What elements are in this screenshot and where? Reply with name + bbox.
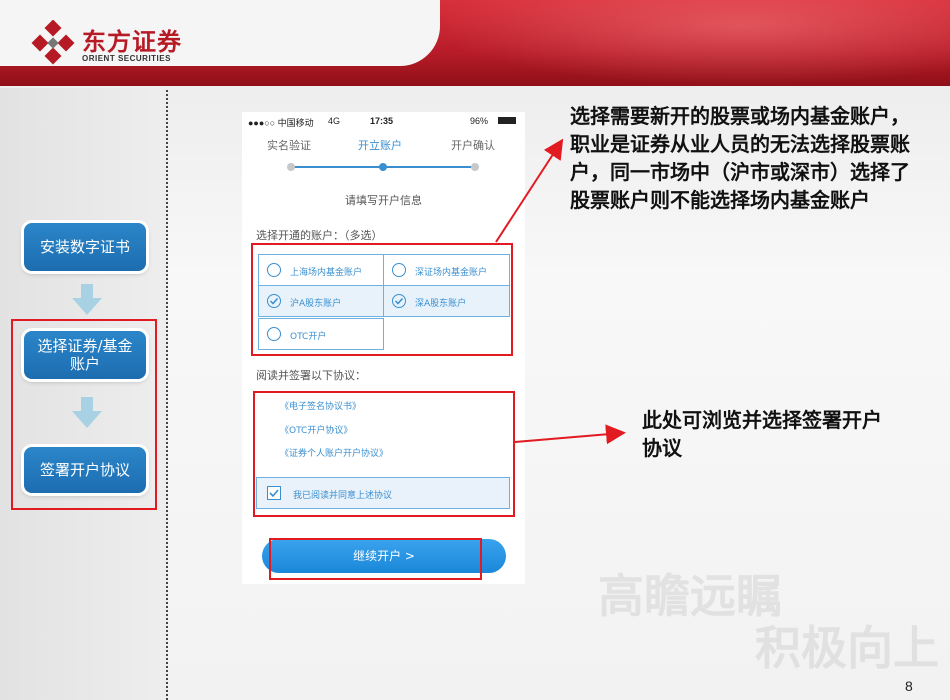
accounts-label: 选择开通的账户：（多选） xyxy=(256,229,383,242)
battery-level: 96% xyxy=(470,116,489,126)
highlight-box-steps xyxy=(11,319,157,510)
brand-name-en: ORIENT SECURITIES xyxy=(82,54,171,63)
step-realname-verify: 实名验证 xyxy=(267,139,311,152)
page-number: 8 xyxy=(905,678,913,694)
step-confirm: 开户确认 xyxy=(451,139,495,152)
step-open-account: 开立账户 xyxy=(358,139,402,152)
arrow-down-icon xyxy=(72,284,102,315)
progress-dot-2 xyxy=(379,163,387,171)
annotation-accounts-note: 选择需要新开的股票或场内基金账户，职业是证券从业人员的无法选择股票账户，同一市场… xyxy=(570,104,910,212)
form-subtitle: 请填写开户信息 xyxy=(345,194,422,207)
highlight-box-agreements xyxy=(253,391,515,517)
flow-step-install-certificate: 安装数字证书 xyxy=(24,223,146,271)
status-bar: ●●●○○ 中国移动 4G 17:35 96% xyxy=(242,112,525,130)
agreements-label: 阅读并签署以下协议： xyxy=(256,369,366,382)
watermark-line2: 积极向上 xyxy=(755,621,939,675)
clock-time: 17:35 xyxy=(370,116,394,126)
network-type: 4G xyxy=(328,116,341,126)
brand-logo-icon xyxy=(31,20,75,65)
highlight-box-continue xyxy=(269,538,482,580)
highlight-box-accounts xyxy=(251,243,513,356)
brand-name-cn: 东方证券 xyxy=(82,28,182,56)
battery-icon xyxy=(498,117,516,124)
header-banner: 东方证券 ORIENT SECURITIES xyxy=(0,0,950,86)
carrier-signal: ●●●○○ 中国移动 xyxy=(248,118,314,128)
dotted-divider xyxy=(166,90,168,700)
progress-dot-1 xyxy=(287,163,295,171)
annotation-agreements-note: 此处可浏览并选择签署开户协议 xyxy=(642,408,882,460)
progress-dot-3 xyxy=(471,163,479,171)
